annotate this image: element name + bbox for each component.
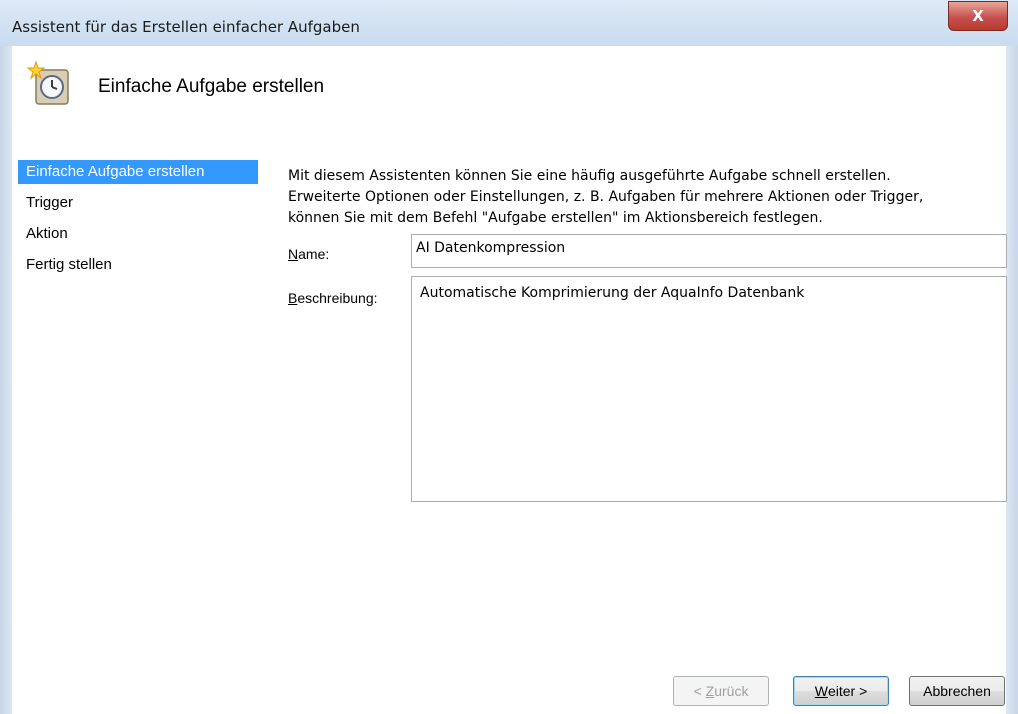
wizard-header: Einfache Aufgabe erstellen (12, 46, 1006, 146)
step-trigger[interactable]: Trigger (18, 191, 83, 215)
back-rest: urück (714, 683, 749, 699)
name-label: Name: (288, 246, 329, 262)
next-accel: W (814, 683, 828, 699)
back-accel: Z (705, 683, 715, 699)
description-label-rest: eschreibung: (297, 290, 378, 306)
title-bar[interactable]: Assistent für das Erstellen einfacher Au… (0, 0, 1018, 46)
intro-text: Mit diesem Assistenten können Sie eine h… (288, 166, 1000, 229)
clock-task-icon (26, 60, 74, 108)
intro-line-3: können Sie mit dem Befehl "Aufgabe erste… (288, 210, 823, 226)
step-finish[interactable]: Fertig stellen (18, 253, 122, 277)
intro-line-2: Erweiterte Optionen oder Einstellungen, … (288, 189, 924, 205)
wizard-steps-sidebar: Einfache Aufgabe erstellen Trigger Aktio… (12, 146, 276, 714)
close-button[interactable]: X (948, 1, 1008, 31)
back-button[interactable]: < Zurück (673, 676, 769, 706)
page-title: Einfache Aufgabe erstellen (98, 76, 325, 97)
back-prefix: < (693, 683, 706, 699)
description-label-accel: B (288, 290, 298, 306)
name-label-rest: ame: (298, 246, 330, 262)
description-label: Beschreibung: (288, 290, 378, 306)
description-textarea[interactable]: Automatische Komprimierung der AquaInfo … (411, 276, 1007, 502)
step-action[interactable]: Aktion (18, 222, 78, 246)
window-frame-right (1006, 46, 1018, 714)
intro-line-1: Mit diesem Assistenten können Sie eine h… (288, 168, 891, 184)
close-icon: X (972, 7, 984, 25)
name-label-accel: N (288, 246, 299, 262)
next-button[interactable]: Weiter > (793, 676, 889, 706)
wizard-window: Assistent für das Erstellen einfacher Au… (0, 0, 1018, 714)
cancel-button[interactable]: Abbrechen (909, 676, 1005, 706)
wizard-content: Mit diesem Assistenten können Sie eine h… (288, 146, 1007, 714)
next-rest: eiter > (827, 683, 868, 699)
window-title: Assistent für das Erstellen einfacher Au… (12, 18, 360, 36)
step-simple-task[interactable]: Einfache Aufgabe erstellen (18, 160, 258, 184)
name-input[interactable]: AI Datenkompression (411, 234, 1007, 268)
window-frame-left (0, 46, 12, 714)
